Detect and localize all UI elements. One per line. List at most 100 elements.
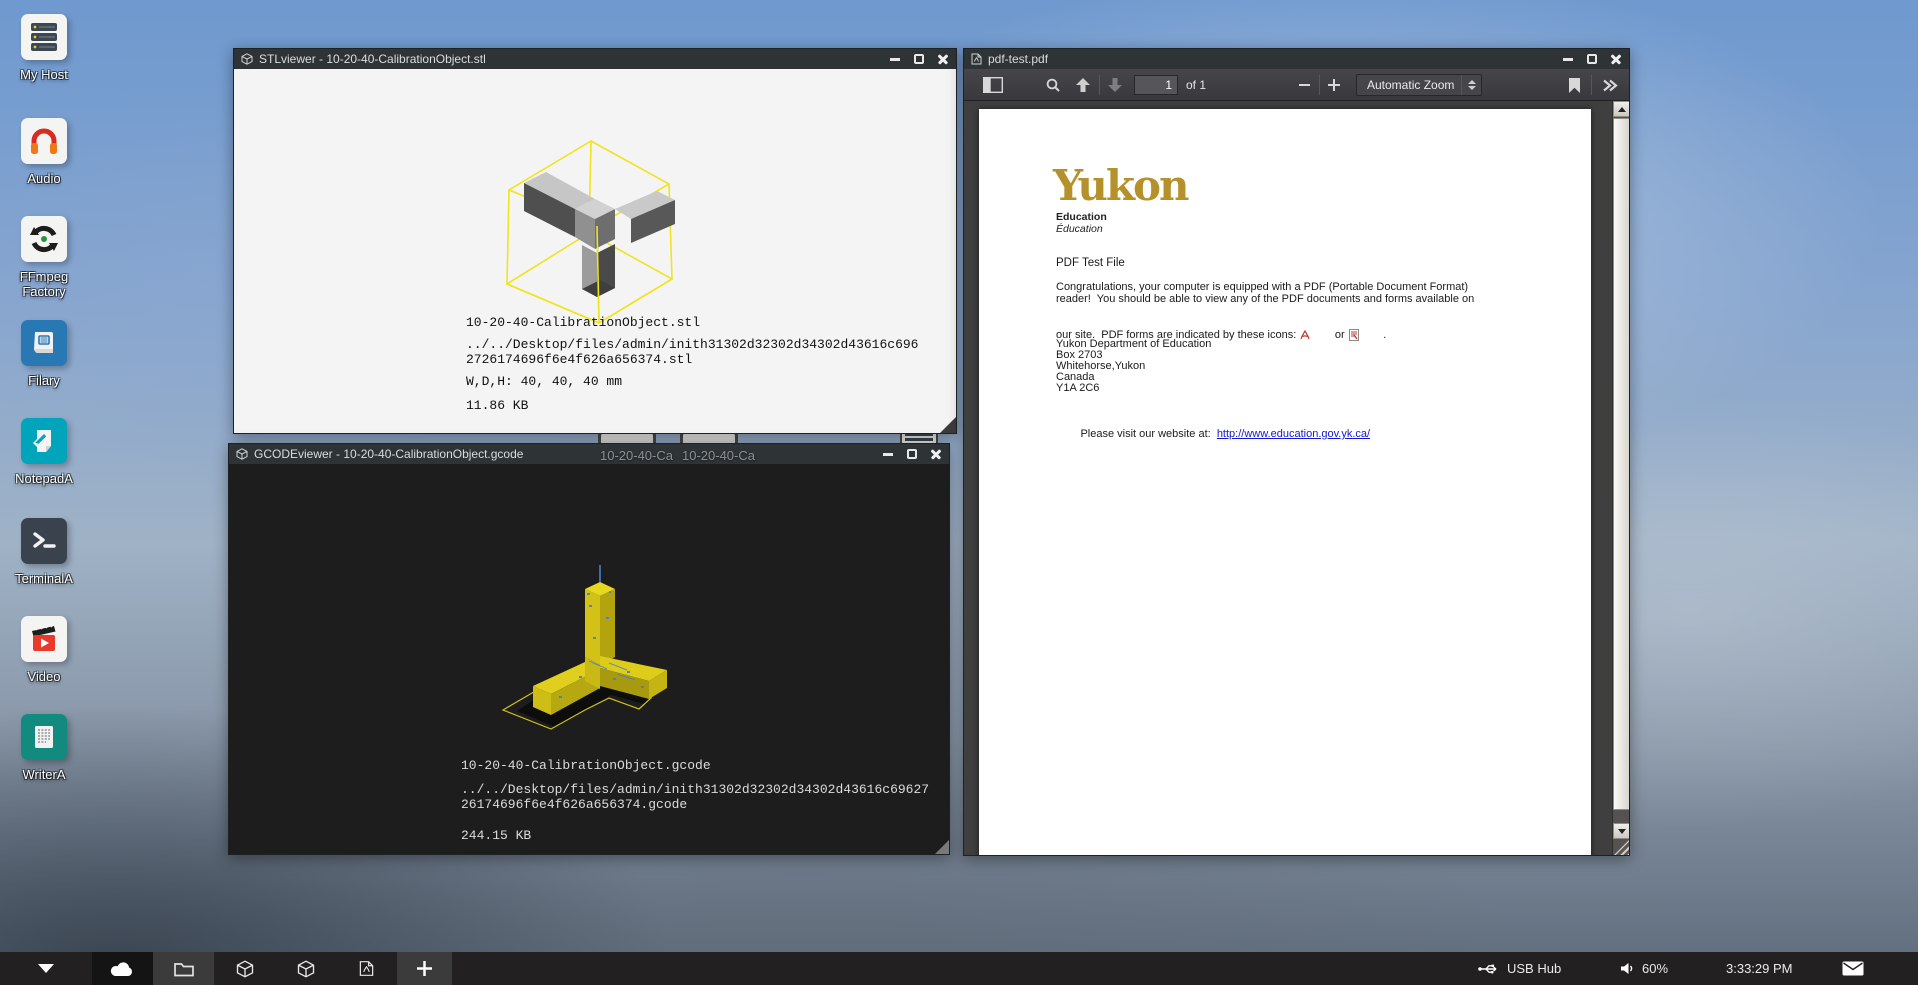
- minimize-button[interactable]: [889, 53, 901, 65]
- gcodeviewer-window: GCODEviewer - 10-20-40-CalibrationObject…: [228, 443, 950, 855]
- pdf-toolbar: of 1 Automatic Zoom: [964, 69, 1629, 101]
- desktop-icon-label: WriterA: [8, 767, 80, 782]
- taskbar-menu-button[interactable]: [0, 952, 92, 985]
- zoom-select[interactable]: Automatic Zoom: [1356, 74, 1482, 96]
- logo-subtitle-fr: Éducation: [1056, 223, 1103, 235]
- taskbar-folder-button[interactable]: [153, 952, 214, 985]
- book-icon: [21, 320, 67, 366]
- desktop-icon-ffmpeg-factory[interactable]: FFmpeg Factory: [8, 216, 80, 299]
- folder-icon: [174, 961, 194, 977]
- terminal-prompt-icon: [21, 518, 67, 564]
- taskbar: USB Hub 60% 3:33:29 PM: [0, 952, 1918, 985]
- pdf-heading: PDF Test File: [1056, 257, 1125, 269]
- desktop-icon-writera[interactable]: WriterA: [8, 714, 80, 782]
- usb-icon: [1478, 963, 1500, 975]
- scroll-up-button[interactable]: [1613, 101, 1629, 117]
- gcode-path-line2: 26174696f6e4f626a656374.gcode: [461, 797, 687, 812]
- maximize-button[interactable]: [1586, 53, 1598, 65]
- volume-label: 60%: [1642, 961, 1668, 976]
- desktop-icon-label: Audio: [8, 171, 80, 186]
- resize-grip[interactable]: [940, 417, 956, 433]
- zoom-out-button[interactable]: [1292, 73, 1316, 97]
- note-pencil-icon: [21, 418, 67, 464]
- stl-dimensions: W,D,H: 40, 40, 40 mm: [466, 374, 622, 389]
- desktop-icon-label: Filary: [8, 373, 80, 388]
- search-icon[interactable]: [1040, 73, 1066, 97]
- clock[interactable]: 3:33:29 PM: [1726, 952, 1793, 985]
- taskbar-gcodeviewer-button[interactable]: [275, 952, 336, 985]
- stl-path-line2: 2726174696f6e4f626a656374.stl: [466, 352, 692, 367]
- cube-icon: [297, 960, 315, 978]
- taskbar-cloud-button[interactable]: [92, 952, 153, 985]
- page-count-label: of 1: [1186, 78, 1206, 92]
- pdf-paragraph-line1: Congratulations, your computer is equipp…: [1056, 281, 1468, 293]
- envelope-icon: [1842, 961, 1864, 976]
- gcode-path-line1: ../../Desktop/files/admin/inith31302d323…: [461, 782, 929, 797]
- gcode-3d-viewport[interactable]: 10-20-40-CalibrationObject.gcode ../../D…: [229, 464, 949, 854]
- clapperboard-play-icon: [21, 616, 67, 662]
- recycle-arrows-icon: [21, 216, 67, 262]
- taskbar-stlviewer-button[interactable]: [214, 952, 275, 985]
- stl-filesize: 11.86 KB: [466, 398, 528, 413]
- resize-grip[interactable]: [935, 840, 949, 854]
- desktop-icon-filary[interactable]: Filary: [8, 320, 80, 388]
- minimize-button[interactable]: [882, 448, 894, 460]
- close-button[interactable]: [1610, 53, 1622, 65]
- stlviewer-window: STLviewer - 10-20-40-CalibrationObject.s…: [233, 48, 957, 434]
- desktop-icon-video[interactable]: Video: [8, 616, 80, 684]
- chevron-down-icon: [38, 964, 54, 973]
- website-line: Please visit our website at: http://www.…: [1056, 416, 1370, 452]
- address-line: Y1A 2C6: [1056, 382, 1099, 394]
- toolbar-more-chevrons[interactable]: [1596, 73, 1624, 97]
- close-button[interactable]: [930, 448, 942, 460]
- plus-icon: [417, 961, 432, 976]
- desktop-icon-audio[interactable]: Audio: [8, 118, 80, 186]
- sidebar-toggle-button[interactable]: [978, 73, 1008, 97]
- maximize-button[interactable]: [906, 448, 918, 460]
- usb-status[interactable]: USB Hub: [1478, 952, 1561, 985]
- website-label: Please visit our website at:: [1080, 428, 1210, 440]
- scroll-down-button[interactable]: [1613, 823, 1629, 839]
- volume-status[interactable]: 60%: [1620, 952, 1668, 985]
- zoom-in-button[interactable]: [1322, 73, 1346, 97]
- gcodeviewer-titlebar[interactable]: GCODEviewer - 10-20-40-CalibrationObject…: [229, 444, 949, 464]
- select-arrows-icon: [1461, 75, 1481, 95]
- stlviewer-titlebar[interactable]: STLviewer - 10-20-40-CalibrationObject.s…: [234, 49, 956, 69]
- zoom-select-value: Automatic Zoom: [1367, 78, 1454, 92]
- minimize-button[interactable]: [1562, 53, 1574, 65]
- desktop-icon-label: TerminalA: [8, 571, 80, 586]
- desktop-icon-my-host[interactable]: My Host: [8, 14, 80, 82]
- desktop-icon-label: My Host: [8, 67, 80, 82]
- pdf-paragraph-line3-or: or: [1335, 329, 1345, 341]
- stl-3d-viewport[interactable]: 10-20-40-CalibrationObject.stl ../../Des…: [234, 69, 956, 433]
- desktop-icon-partial-label: 10-20-40-Ca: [600, 448, 673, 463]
- scrollbar-thumb[interactable]: [1613, 118, 1629, 810]
- yukon-logo: Yukon: [1053, 161, 1188, 210]
- mail-status[interactable]: [1842, 952, 1864, 985]
- desktop-icon-terminala[interactable]: TerminalA: [8, 518, 80, 586]
- cloud-icon: [109, 960, 137, 978]
- pdf-paragraph-line3: our site. PDF forms are indicated by the…: [1056, 305, 1386, 365]
- acrobat-pdf-icon: [1300, 306, 1331, 364]
- pdf-page-icon: [359, 960, 374, 977]
- writer-document-icon: [21, 714, 67, 760]
- page-number-input[interactable]: [1134, 75, 1178, 95]
- bookmark-icon[interactable]: [1562, 73, 1586, 97]
- taskbar-new-window-button[interactable]: [397, 952, 452, 985]
- stl-path-line1: ../../Desktop/files/admin/inith31302d323…: [466, 337, 918, 352]
- desktop-icon-notepada[interactable]: NotepadA: [8, 418, 80, 486]
- website-link[interactable]: http://www.education.gov.yk.ca/: [1217, 428, 1370, 440]
- logo-subtitle-en: Education: [1056, 211, 1107, 223]
- next-page-button[interactable]: [1102, 73, 1128, 97]
- pdf-titlebar[interactable]: pdf-test.pdf: [964, 49, 1629, 69]
- desktop-icon-label: NotepadA: [8, 471, 80, 486]
- taskbar-pdf-button[interactable]: [336, 952, 397, 985]
- maximize-button[interactable]: [913, 53, 925, 65]
- previous-page-button[interactable]: [1070, 73, 1096, 97]
- pdf-paragraph-line3-period: .: [1383, 329, 1386, 341]
- pdf-viewer-window: pdf-test.pdf of 1 Automatic Zo: [963, 48, 1630, 856]
- close-button[interactable]: [937, 53, 949, 65]
- vertical-scrollbar[interactable]: [1612, 101, 1629, 855]
- pdf-page: Yukon Education Éducation PDF Test File …: [979, 109, 1591, 855]
- stl-filename: 10-20-40-CalibrationObject.stl: [466, 315, 700, 330]
